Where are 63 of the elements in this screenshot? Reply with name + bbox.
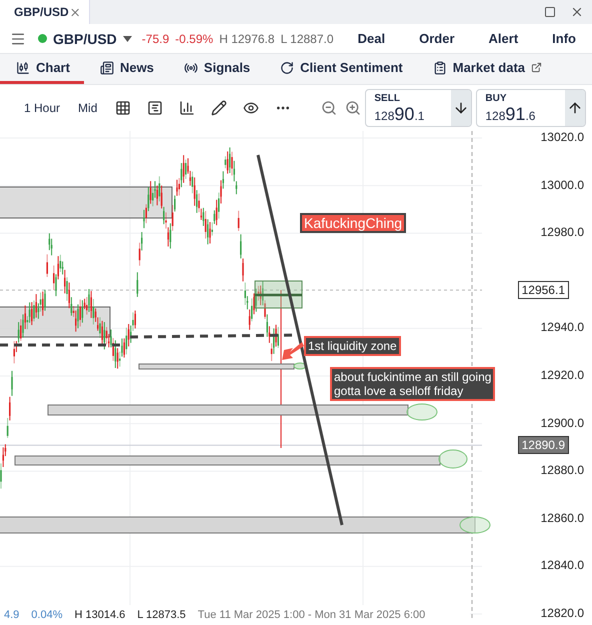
target-ellipse bbox=[460, 516, 490, 534]
menu-icon[interactable] bbox=[10, 30, 26, 46]
axis-label: 12880.0 bbox=[540, 463, 584, 478]
axis-label: 12900.0 bbox=[540, 416, 584, 430]
sell-button[interactable]: SELL 12890.1 bbox=[365, 89, 472, 127]
axis-label: 12980.0 bbox=[540, 225, 584, 240]
tab[interactable]: Client Sentiment bbox=[264, 54, 417, 84]
price-change: -75.9 bbox=[142, 32, 170, 46]
axis-label: 12840.0 bbox=[540, 558, 584, 572]
chart-note: about fuckintime an still going gotta love a selloff friday bbox=[330, 367, 496, 401]
axis-label: 12860.0 bbox=[540, 510, 584, 525]
zoom-out-icon[interactable] bbox=[321, 100, 338, 116]
pencil-icon[interactable] bbox=[211, 100, 228, 116]
axis-label: 12940.0 bbox=[540, 320, 584, 334]
chart-note: KafuckingChing bbox=[300, 213, 406, 233]
clipboard-icon bbox=[432, 60, 447, 74]
percent-change: -0.59% bbox=[175, 32, 214, 46]
action-button[interactable]: Order bbox=[419, 31, 455, 46]
target-ellipse bbox=[438, 450, 468, 468]
buy-button[interactable]: BUY 12891.6 bbox=[476, 89, 586, 127]
chart-note: 1st liquidity zone bbox=[304, 336, 401, 356]
low-price: L 12887.0 bbox=[280, 32, 334, 46]
range-percent: 0.04% bbox=[31, 609, 62, 621]
tab[interactable]: Signals bbox=[168, 54, 264, 84]
zone-rectangle bbox=[254, 280, 302, 308]
refresh-icon bbox=[280, 60, 294, 74]
action-button[interactable]: Info bbox=[552, 31, 576, 46]
status-dot bbox=[38, 34, 47, 43]
range-low: L 12873.5 bbox=[137, 609, 186, 621]
tab[interactable]: Chart bbox=[0, 54, 84, 84]
price-type-selector[interactable]: Mid bbox=[78, 101, 98, 115]
tab[interactable]: News bbox=[84, 54, 168, 84]
candlestick-icon bbox=[16, 60, 30, 74]
action-button[interactable]: Deal bbox=[358, 31, 386, 46]
high-price: H 12976.8 bbox=[219, 32, 275, 46]
eye-icon[interactable] bbox=[243, 100, 260, 116]
pointer-arrow bbox=[282, 342, 304, 360]
maximize-icon[interactable] bbox=[544, 6, 556, 18]
chart-icon[interactable] bbox=[147, 100, 164, 116]
interval-selector[interactable]: 1 Hour bbox=[24, 101, 60, 115]
current-price: 12890.9 bbox=[518, 436, 569, 454]
axis-label: 12820.0 bbox=[540, 606, 584, 620]
tab[interactable]: Market data bbox=[416, 54, 556, 84]
bar-chart-icon[interactable] bbox=[179, 100, 196, 116]
axis-label: 13000.0 bbox=[540, 178, 584, 192]
axis-label: 12920.0 bbox=[540, 368, 584, 382]
newspaper-icon bbox=[100, 60, 114, 74]
external-link-icon bbox=[531, 62, 542, 73]
action-button[interactable]: Alert bbox=[488, 31, 518, 46]
window-tab[interactable]: GBP/USD bbox=[0, 0, 90, 24]
date-range: Tue 11 Mar 2025 1:00 - Mon 31 Mar 2025 6:00 bbox=[198, 609, 426, 621]
instrument-name[interactable]: GBP/USD bbox=[53, 30, 117, 46]
axis-label: 13020.0 bbox=[540, 131, 584, 144]
target-ellipse bbox=[406, 404, 438, 420]
range-high: H 13014.6 bbox=[74, 609, 126, 621]
caret-icon[interactable] bbox=[122, 36, 132, 42]
zoom-in-icon[interactable] bbox=[345, 100, 362, 116]
range-change: 4.9 bbox=[4, 609, 20, 621]
grid-icon[interactable] bbox=[115, 100, 132, 116]
close-icon[interactable] bbox=[570, 5, 584, 19]
tab-title: GBP/USD bbox=[14, 5, 69, 19]
price-marker: 12956.1 bbox=[518, 281, 569, 300]
antenna-icon bbox=[184, 60, 198, 74]
